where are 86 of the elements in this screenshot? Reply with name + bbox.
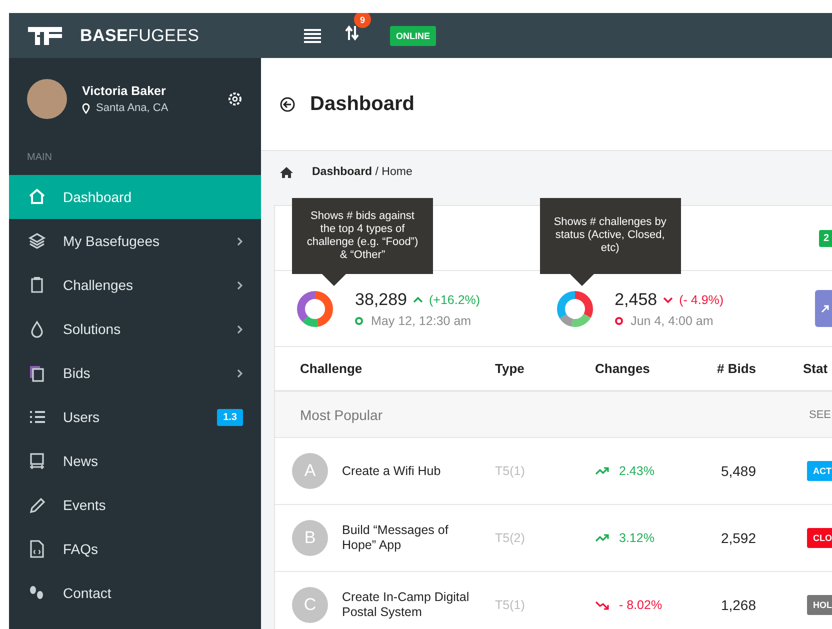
logo-icon bbox=[28, 26, 62, 44]
tooltip-arrow bbox=[570, 274, 594, 286]
stat-value: 38,289 bbox=[355, 290, 407, 310]
column-header: # Bids bbox=[716, 361, 756, 376]
letter-avatar: B bbox=[292, 520, 328, 556]
arrow-icon bbox=[821, 304, 830, 312]
circle-icon bbox=[355, 316, 363, 324]
nav-item[interactable]: Solutions bbox=[9, 307, 261, 351]
column-header: Stat bbox=[802, 361, 829, 376]
pencil-icon bbox=[28, 496, 46, 514]
caret-down-icon bbox=[663, 296, 674, 304]
nav-item[interactable]: My Basefugees bbox=[9, 219, 261, 263]
notifications-button[interactable] bbox=[345, 25, 359, 41]
bids-cell-text: 1,268 bbox=[720, 597, 756, 613]
settings-icon bbox=[227, 91, 243, 107]
list-icon bbox=[28, 408, 46, 426]
change-value: 2.43% bbox=[619, 464, 654, 478]
user-name: Victoria Baker bbox=[82, 84, 167, 98]
page-title: Dashboard bbox=[310, 92, 414, 116]
nav-item[interactable]: News bbox=[9, 439, 261, 483]
nav-item[interactable]: FAQs bbox=[9, 527, 261, 571]
status-badge: ONLINE bbox=[390, 26, 436, 46]
stat-change: (- 4.9%) bbox=[679, 292, 724, 306]
footprints-icon bbox=[28, 584, 46, 602]
section-title: Most Popular bbox=[300, 406, 384, 422]
trend-up-icon bbox=[595, 466, 609, 476]
nav-item[interactable]: Contact bbox=[9, 571, 261, 615]
trend-down-icon bbox=[595, 600, 609, 610]
count-badge: 2 bbox=[819, 230, 832, 246]
type-cell-text: T5(1) bbox=[495, 598, 526, 612]
column-header: Changes bbox=[595, 361, 651, 376]
circle-icon bbox=[614, 316, 623, 324]
back-button[interactable] bbox=[280, 96, 295, 112]
file-code-icon bbox=[28, 540, 46, 558]
layers-icon bbox=[28, 232, 46, 250]
nav-item[interactable]: Events bbox=[9, 483, 261, 527]
nav-item[interactable]: Bids bbox=[9, 351, 261, 395]
stat-change: (+16.2%) bbox=[429, 292, 480, 306]
bids-cell-text: 2,592 bbox=[720, 530, 756, 546]
menu-button[interactable] bbox=[304, 28, 321, 42]
type-cell-text: T5(2) bbox=[495, 531, 526, 545]
letter-avatar: C bbox=[292, 587, 328, 623]
count-badge: 1.3 bbox=[217, 408, 243, 426]
stacked-pages-icon bbox=[28, 364, 46, 382]
brand-name: BASEFUGEES bbox=[80, 26, 200, 46]
column-header: Type bbox=[495, 361, 526, 376]
stat-value: 2,458 bbox=[614, 290, 658, 310]
letter-avatar: A bbox=[292, 453, 328, 489]
nav-item[interactable]: Users 1.3 bbox=[9, 395, 261, 439]
caret-up-icon bbox=[413, 296, 423, 304]
status-badge: ACT bbox=[807, 461, 832, 481]
status-badge: HOL bbox=[807, 595, 832, 615]
home-icon bbox=[280, 166, 293, 178]
donut-chart-drawing bbox=[296, 290, 334, 328]
challenge-name[interactable]: Create a Wifi Hub bbox=[342, 464, 472, 478]
stat-date: May 12, 12:30 am bbox=[371, 314, 472, 328]
monitor-icon bbox=[28, 452, 46, 470]
swap-arrows-icon bbox=[345, 25, 359, 41]
challenge-name[interactable]: Create In-Camp Digital Postal System bbox=[342, 590, 472, 620]
trend-up-icon bbox=[595, 532, 609, 544]
nav-item[interactable]: Challenges bbox=[9, 263, 261, 307]
user-location: Santa Ana, CA bbox=[96, 102, 168, 114]
change-value: - 8.02% bbox=[619, 598, 662, 612]
house-icon bbox=[28, 188, 46, 206]
notification-count: 9 bbox=[354, 13, 371, 28]
see-all-link[interactable]: SEE bbox=[808, 408, 831, 420]
location-pin-icon bbox=[82, 102, 90, 114]
stat-date: Jun 4, 4:00 am bbox=[630, 314, 714, 328]
column-header: Challenge bbox=[299, 361, 364, 376]
settings-button[interactable] bbox=[227, 91, 243, 107]
menu-icon bbox=[304, 28, 321, 42]
donut-chart-drawing bbox=[556, 290, 594, 328]
status-badge: CLO bbox=[807, 528, 832, 548]
tooltip-arrow bbox=[322, 274, 346, 286]
bids-cell-text: 5,489 bbox=[720, 463, 756, 479]
type-cell-text: T5(1) bbox=[495, 464, 526, 478]
clipboard-icon bbox=[28, 276, 46, 294]
action-button[interactable] bbox=[815, 290, 832, 327]
section-label: MAIN bbox=[26, 151, 53, 165]
tooltip: Shows # bids against the top 4 types of challenge (e.g. “Food”) & “Other” bbox=[292, 198, 433, 274]
breadcrumb: Dashboard / Home bbox=[312, 166, 412, 178]
challenge-name[interactable]: Build “Messages of Hope” App bbox=[342, 523, 472, 553]
drop-icon bbox=[28, 320, 46, 338]
tooltip: Shows # challenges by status (Active, Closed, etc) bbox=[540, 198, 681, 274]
avatar bbox=[27, 79, 67, 119]
change-value: 3.12% bbox=[619, 531, 654, 545]
